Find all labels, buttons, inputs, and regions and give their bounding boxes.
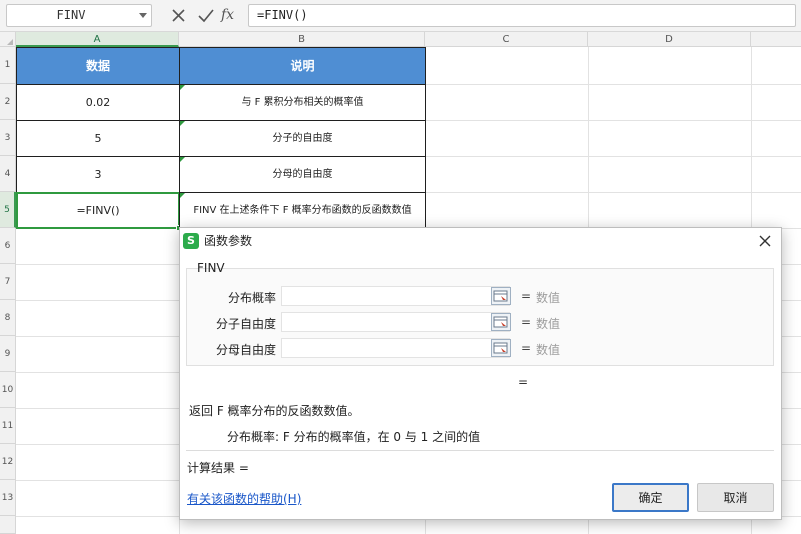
- app-logo-icon: S: [183, 233, 199, 249]
- function-result-equals: =: [518, 375, 529, 389]
- column-header-c[interactable]: C: [425, 32, 588, 47]
- name-box-value: FINV: [56, 8, 86, 22]
- arg-input-denominator-df[interactable]: [281, 338, 510, 358]
- row-header-10[interactable]: 10: [0, 372, 16, 408]
- header-cell-description[interactable]: 说明: [179, 47, 426, 85]
- calculation-result: 计算结果 =: [187, 461, 249, 475]
- name-box[interactable]: FINV: [6, 4, 152, 27]
- row-header-12[interactable]: 12: [0, 444, 16, 480]
- table-cell[interactable]: 分母的自由度: [179, 156, 426, 193]
- row-header-4[interactable]: 4: [0, 156, 16, 192]
- range-select-icon: [493, 316, 508, 328]
- header-cell-data[interactable]: 数据: [16, 47, 180, 85]
- table-cell[interactable]: 5: [16, 120, 180, 157]
- cancel-button[interactable]: 取消: [697, 483, 774, 512]
- table-cell[interactable]: 3: [16, 156, 180, 193]
- formula-input[interactable]: =FINV(): [248, 4, 796, 27]
- row-header-9[interactable]: 9: [0, 336, 16, 372]
- arg-equals: =: [521, 289, 532, 303]
- arg-type-hint: 数值: [536, 291, 561, 305]
- row-header-14[interactable]: [0, 516, 16, 534]
- arg-input-numerator-df[interactable]: [281, 312, 510, 332]
- arg-input-probability[interactable]: [281, 286, 510, 306]
- enter-icon[interactable]: [195, 5, 217, 27]
- function-name: FINV: [197, 261, 225, 275]
- table-cell[interactable]: 与 F 累积分布相关的概率值: [179, 84, 426, 121]
- arg-equals: =: [521, 315, 532, 329]
- row-header-5[interactable]: 5: [0, 192, 16, 228]
- dialog-title-bar[interactable]: S 函数参数: [180, 228, 781, 254]
- arg-type-hint: 数值: [536, 317, 561, 331]
- row-header-6[interactable]: 6: [0, 228, 16, 264]
- collapse-dialog-button[interactable]: [491, 313, 511, 331]
- column-header-a[interactable]: A: [16, 32, 179, 47]
- table-cell[interactable]: 0.02: [16, 84, 180, 121]
- row-header-8[interactable]: 8: [0, 300, 16, 336]
- arg-type-hint: 数值: [536, 343, 561, 357]
- formula-bar: FINV fx =FINV(): [0, 0, 801, 32]
- ok-button[interactable]: 确定: [612, 483, 689, 512]
- range-select-icon: [493, 290, 508, 302]
- active-cell-a5[interactable]: =FINV(): [16, 192, 180, 229]
- function-description: 返回 F 概率分布的反函数数值。: [189, 404, 360, 418]
- table-cell[interactable]: 分子的自由度: [179, 120, 426, 157]
- row-header-13[interactable]: 13: [0, 480, 16, 516]
- arg-equals: =: [521, 341, 532, 355]
- row-header-1[interactable]: 1: [0, 47, 16, 84]
- dialog-title: 函数参数: [204, 234, 253, 248]
- fx-icon[interactable]: fx: [221, 4, 243, 26]
- collapse-dialog-button[interactable]: [491, 339, 511, 357]
- row-header-11[interactable]: 11: [0, 408, 16, 444]
- chevron-down-icon[interactable]: [139, 13, 147, 18]
- column-header-b[interactable]: B: [179, 32, 425, 47]
- function-arguments-dialog: S 函数参数 FINV 分布概率 = 数值 分子自由度 = 数值 分母自由度 =…: [179, 227, 782, 520]
- row-header-7[interactable]: 7: [0, 264, 16, 300]
- collapse-dialog-button[interactable]: [491, 287, 511, 305]
- column-headers: A B C D: [0, 32, 801, 47]
- cancel-icon[interactable]: [168, 5, 190, 27]
- row-header-3[interactable]: 3: [0, 120, 16, 156]
- table-cell[interactable]: FINV 在上述条件下 F 概率分布函数的反函数数值: [179, 192, 426, 229]
- arg-label-denominator-df: 分母自由度: [215, 343, 276, 357]
- close-icon[interactable]: [757, 233, 773, 249]
- row-header-2[interactable]: 2: [0, 84, 16, 120]
- column-header-d[interactable]: D: [588, 32, 751, 47]
- range-select-icon: [493, 342, 508, 354]
- arg-label-numerator-df: 分子自由度: [215, 317, 276, 331]
- select-all-corner[interactable]: [0, 32, 16, 47]
- arg-label-probability: 分布概率: [227, 291, 276, 305]
- function-help-link[interactable]: 有关该函数的帮助(H): [187, 490, 301, 507]
- divider: [186, 450, 774, 451]
- parameter-description: 分布概率: F 分布的概率值，在 0 与 1 之间的值: [227, 430, 481, 444]
